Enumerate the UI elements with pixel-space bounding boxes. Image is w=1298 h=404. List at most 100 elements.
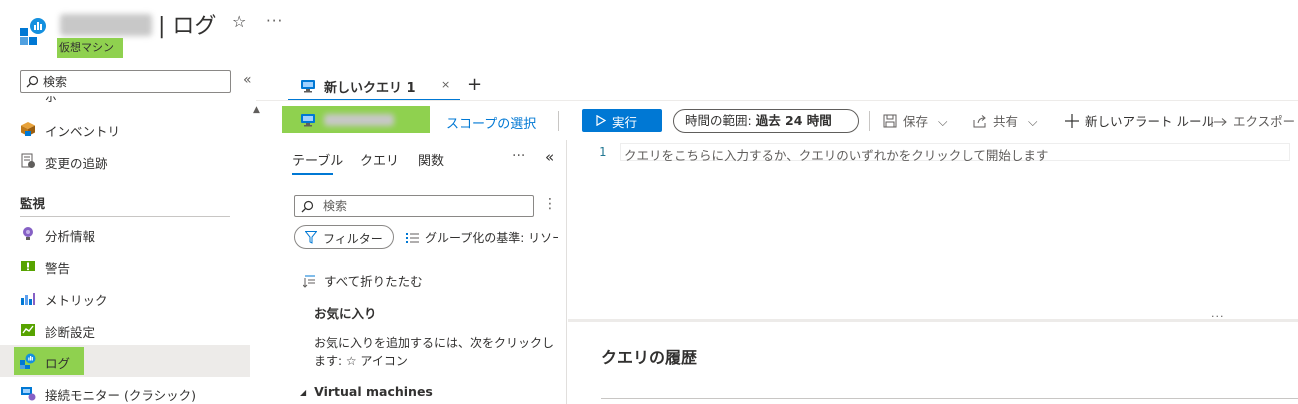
schema-panel-border (566, 140, 567, 404)
nav-item-inventory[interactable]: インベントリ (0, 113, 250, 145)
resource-name-redacted (60, 14, 152, 36)
nav-divider (20, 216, 230, 217)
group-by-label: グループ化の基準: リソース (425, 231, 558, 245)
tab-queries[interactable]: クエリ (360, 150, 399, 169)
nav-item-diagnostic-settings[interactable]: 診断設定 (0, 314, 250, 346)
resource-type-label: 仮想マシン (57, 38, 123, 58)
filter-button[interactable]: フィルター (294, 225, 394, 249)
nav-item-logs[interactable]: ログ (0, 345, 250, 377)
run-button[interactable]: 実行 (582, 109, 662, 132)
log-analytics-logo-icon (18, 16, 48, 46)
favorites-heading: お気に入り (314, 306, 377, 321)
nav-item-alerts[interactable]: 警告 (0, 250, 250, 282)
group-by-button[interactable]: グループ化の基準: リソース (406, 229, 558, 246)
collapse-all-label: すべて折りたたむ (324, 274, 423, 289)
new-alert-rule-label: 新しいアラート ルール (1085, 114, 1214, 129)
select-scope-link[interactable]: スコープの選択 (446, 113, 536, 132)
tab-new-query-1[interactable]: 新しいクエリ 1 × (288, 70, 460, 101)
save-button[interactable]: 保存 ⌵ (883, 111, 947, 130)
scroll-up-icon[interactable]: ▲ (253, 105, 260, 115)
nav-item-label: メトリック (45, 293, 108, 308)
nav-item-label: 警告 (45, 261, 71, 276)
splitter-handle-icon[interactable]: ··· (1211, 310, 1225, 323)
metrics-icon (20, 290, 36, 306)
vm-icon (300, 112, 316, 128)
add-tab-icon[interactable]: + (467, 74, 482, 95)
logs-icon (20, 353, 36, 369)
nav-item-metrics[interactable]: メトリック (0, 282, 250, 314)
more-actions-icon[interactable]: ··· (266, 12, 283, 30)
share-button[interactable]: 共有 ⌵ (973, 111, 1037, 130)
scope-resource[interactable] (282, 106, 430, 133)
diagnostic-settings-icon (20, 322, 36, 338)
nav-item-label: ログ (45, 356, 71, 371)
tab-close-icon[interactable]: × (441, 78, 450, 91)
nav-item-connection-monitor[interactable]: 接続モニター (クラシック) (0, 377, 250, 404)
collapse-all-button[interactable]: すべて折りたたむ (303, 271, 423, 290)
save-label: 保存 (903, 114, 929, 129)
inventory-icon (20, 121, 36, 137)
time-range-value: 過去 24 時間 (755, 113, 832, 128)
export-button[interactable]: エクスポート (1211, 111, 1298, 130)
scope-name-redacted (324, 114, 394, 126)
toolbar-divider (869, 111, 870, 131)
favorite-star-icon[interactable]: ☆ (232, 12, 246, 31)
nav-item-clipped: ポリシー (20, 96, 60, 104)
nav-search-box[interactable] (20, 70, 231, 93)
export-arrow-icon (1211, 116, 1227, 128)
page-title: | ログ (158, 14, 217, 39)
nav-item-label: 診断設定 (45, 325, 96, 340)
nav-item-change-tracking[interactable]: 変更の追跡 (0, 145, 250, 177)
search-icon (301, 200, 314, 213)
schema-search-box[interactable] (294, 195, 534, 217)
query-history-heading: クエリの履歴 (601, 348, 698, 367)
group-list-icon (406, 232, 419, 244)
tab-active-indicator (292, 173, 333, 175)
share-label: 共有 (993, 114, 1019, 129)
schema-search-input[interactable] (323, 198, 523, 214)
connection-monitor-icon (20, 385, 36, 401)
query-editor[interactable]: クエリをこちらに入力するか、クエリのいずれかをクリックして開始します (624, 145, 1048, 164)
filter-icon (305, 231, 317, 244)
filter-label: フィルター (323, 232, 383, 246)
alerts-icon (20, 258, 36, 274)
tab-tables[interactable]: テーブル (292, 150, 343, 169)
run-label: 実行 (612, 115, 638, 130)
play-icon (596, 115, 606, 126)
results-splitter[interactable] (568, 319, 1298, 322)
nav-section-monitoring: 監視 (20, 196, 46, 211)
group-label: Virtual machines (314, 384, 433, 399)
chevron-down-icon: ⌵ (1028, 114, 1038, 129)
new-alert-rule-button[interactable]: 新しいアラート ルール (1065, 111, 1214, 130)
tab-label: 新しいクエリ 1 (324, 81, 416, 96)
time-range-button[interactable]: 時間の範囲: 過去 24 時間 (673, 109, 859, 133)
nav-item-label: 接続モニター (クラシック) (45, 388, 196, 403)
share-icon (973, 114, 987, 128)
vm-icon (300, 78, 316, 94)
save-icon (883, 114, 897, 128)
nav-item-label: 分析情報 (45, 229, 96, 244)
history-divider (601, 398, 1298, 399)
nav-search-input[interactable] (43, 73, 223, 90)
nav-collapse-icon[interactable]: « (243, 72, 252, 88)
expand-triangle-icon: ◢ (300, 388, 307, 397)
more-icon[interactable]: ··· (512, 148, 525, 164)
insights-icon (20, 226, 36, 242)
plus-icon (1065, 114, 1079, 128)
change-tracking-icon (20, 153, 36, 169)
collapse-all-icon (303, 275, 316, 288)
nav-item-insights[interactable]: 分析情報 (0, 218, 250, 250)
favorites-help-text: お気に入りを追加するには、次をクリックします: ☆ アイコン (314, 336, 555, 368)
nav-item-label: インベントリ (45, 124, 121, 139)
vertical-more-icon[interactable]: ⋮ (543, 196, 557, 212)
nav-item-label: 変更の追跡 (45, 156, 108, 171)
tab-functions[interactable]: 関数 (418, 150, 444, 169)
chevron-down-icon: ⌵ (938, 114, 948, 129)
toolbar-divider (558, 111, 559, 131)
search-icon (26, 75, 39, 88)
group-virtual-machines[interactable]: ◢ Virtual machines (300, 384, 433, 399)
nav-item-clipped-label: ポリシー (45, 96, 58, 104)
collapse-panel-icon[interactable]: « (545, 148, 554, 166)
editor-line-number: 1 (599, 145, 607, 159)
time-range-label: 時間の範囲: (685, 113, 752, 128)
